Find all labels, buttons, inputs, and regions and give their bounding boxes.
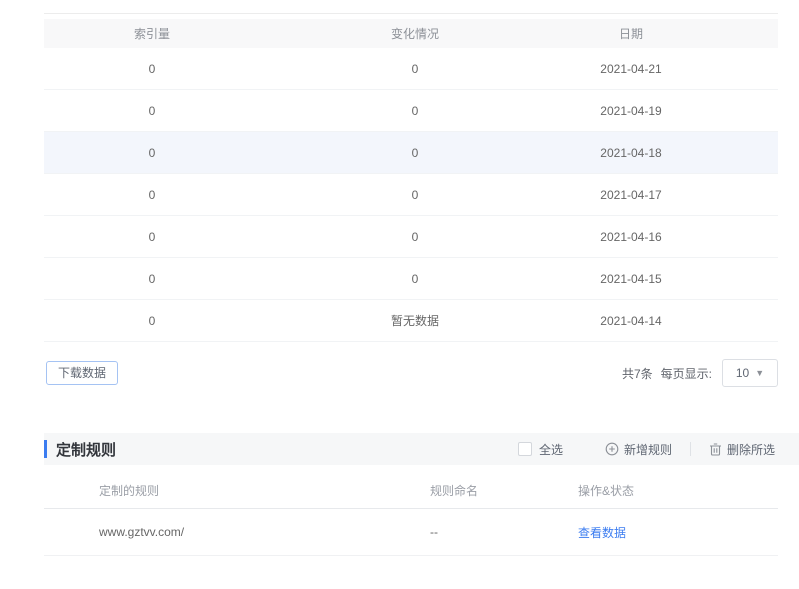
change-cell: 0 xyxy=(260,146,570,160)
index-cell: 0 xyxy=(44,314,260,328)
section-accent-bar xyxy=(44,440,47,458)
per-page-select[interactable]: 10 ▼ xyxy=(722,359,778,387)
select-all-control[interactable]: 全选 xyxy=(518,441,563,458)
add-rule-button[interactable]: 新增规则 xyxy=(605,441,672,458)
table-row: 0 暂无数据 2021-04-14 xyxy=(44,300,778,342)
index-cell: 0 xyxy=(44,230,260,244)
per-page-label: 每页显示: xyxy=(661,365,712,382)
column-header-date: 日期 xyxy=(570,25,778,42)
select-all-label: 全选 xyxy=(539,441,563,458)
pagination: 共7条 每页显示: 10 ▼ xyxy=(622,359,778,387)
change-cell: 暂无数据 xyxy=(260,312,570,329)
table-row: 0 0 2021-04-17 xyxy=(44,174,778,216)
change-cell: 0 xyxy=(260,230,570,244)
date-cell: 2021-04-16 xyxy=(570,230,778,244)
custom-rules-section-header: 定制规则 全选 新增规则 删除所选 xyxy=(44,433,799,465)
date-cell: 2021-04-21 xyxy=(570,62,778,76)
index-data-panel: 索引量 变化情况 日期 0 0 2021-04-21 0 0 2021-04-1… xyxy=(44,13,778,387)
circle-plus-icon xyxy=(605,442,619,456)
date-cell: 2021-04-15 xyxy=(570,272,778,286)
index-table: 索引量 变化情况 日期 0 0 2021-04-21 0 0 2021-04-1… xyxy=(44,19,778,342)
trash-icon xyxy=(709,442,722,456)
change-cell: 0 xyxy=(260,104,570,118)
column-header-change: 变化情况 xyxy=(260,25,570,42)
rule-name-cell: -- xyxy=(430,525,578,539)
section-title: 定制规则 xyxy=(56,439,116,460)
index-cell: 0 xyxy=(44,62,260,76)
delete-selected-button[interactable]: 删除所选 xyxy=(709,441,775,458)
rules-table-header: 定制的规则 规则命名 操作&状态 xyxy=(44,473,778,509)
change-cell: 0 xyxy=(260,62,570,76)
index-cell: 0 xyxy=(44,272,260,286)
change-cell: 0 xyxy=(260,272,570,286)
select-all-checkbox[interactable] xyxy=(518,442,532,456)
total-count-label: 共7条 xyxy=(622,365,653,382)
date-cell: 2021-04-19 xyxy=(570,104,778,118)
add-rule-label: 新增规则 xyxy=(624,441,672,458)
column-header-index: 索引量 xyxy=(44,25,260,42)
rules-table-row: www.gztvv.com/ -- 查看数据 xyxy=(44,509,778,556)
actions-divider xyxy=(690,442,691,456)
table-row: 0 0 2021-04-21 xyxy=(44,48,778,90)
top-divider xyxy=(44,13,778,14)
rule-url-cell: www.gztvv.com/ xyxy=(44,525,430,539)
change-cell: 0 xyxy=(260,188,570,202)
table-row-highlighted: 0 0 2021-04-18 xyxy=(44,132,778,174)
table-row: 0 0 2021-04-16 xyxy=(44,216,778,258)
index-cell: 0 xyxy=(44,146,260,160)
column-header-action-status: 操作&状态 xyxy=(578,482,778,499)
table-footer: 下载数据 共7条 每页显示: 10 ▼ xyxy=(44,359,778,387)
index-cell: 0 xyxy=(44,188,260,202)
date-cell: 2021-04-18 xyxy=(570,146,778,160)
date-cell: 2021-04-14 xyxy=(570,314,778,328)
download-data-button[interactable]: 下载数据 xyxy=(46,361,118,385)
table-row: 0 0 2021-04-15 xyxy=(44,258,778,300)
rules-table: 定制的规则 规则命名 操作&状态 www.gztvv.com/ -- 查看数据 xyxy=(44,473,778,556)
column-header-rule-name: 规则命名 xyxy=(430,482,578,499)
caret-down-icon: ▼ xyxy=(755,369,764,378)
index-table-header: 索引量 变化情况 日期 xyxy=(44,19,778,48)
rule-action-cell: 查看数据 xyxy=(578,524,778,541)
custom-rules-panel: 定制的规则 规则命名 操作&状态 www.gztvv.com/ -- 查看数据 xyxy=(44,473,778,556)
table-row: 0 0 2021-04-19 xyxy=(44,90,778,132)
date-cell: 2021-04-17 xyxy=(570,188,778,202)
view-data-link[interactable]: 查看数据 xyxy=(578,526,626,540)
section-actions: 全选 新增规则 删除所选 xyxy=(518,441,775,458)
per-page-value: 10 xyxy=(736,366,749,380)
column-header-rule: 定制的规则 xyxy=(44,482,430,499)
delete-selected-label: 删除所选 xyxy=(727,441,775,458)
index-cell: 0 xyxy=(44,104,260,118)
